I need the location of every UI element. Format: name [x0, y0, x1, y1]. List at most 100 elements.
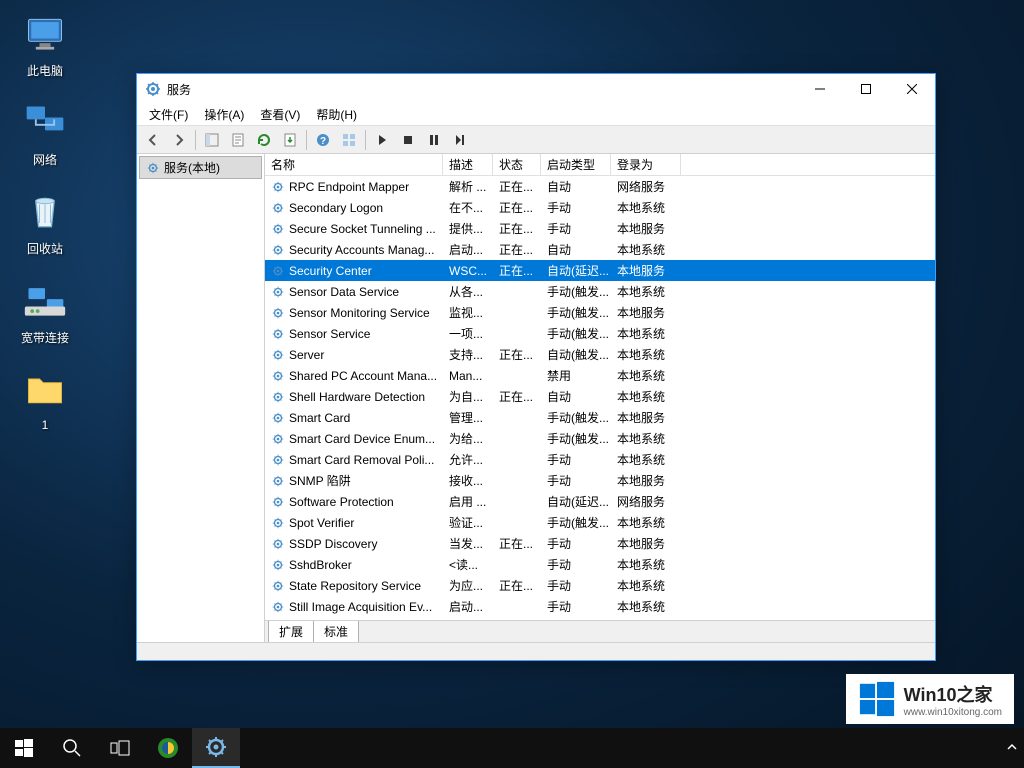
cell-startup: 手动: [541, 451, 611, 468]
start-button[interactable]: [0, 728, 48, 768]
service-row[interactable]: Sensor Data Service从各...手动(触发...本地系统: [265, 281, 935, 302]
list-header: 名称 描述 状态 启动类型 登录为: [265, 154, 935, 176]
export-button[interactable]: [278, 128, 302, 152]
taskbar-search[interactable]: [48, 728, 96, 768]
taskbar-taskview[interactable]: [96, 728, 144, 768]
column-status[interactable]: 状态: [493, 154, 541, 175]
menu-file[interactable]: 文件(F): [141, 104, 196, 125]
service-row[interactable]: SNMP 陷阱接收...手动本地服务: [265, 470, 935, 491]
desktop-icon-recycle-bin[interactable]: 回收站: [10, 188, 80, 257]
tree-root-label: 服务(本地): [164, 159, 220, 176]
desktop-icon-label: 宽带连接: [10, 329, 80, 346]
service-row[interactable]: Smart Card管理...手动(触发...本地服务: [265, 407, 935, 428]
cell-status: 正在...: [493, 199, 541, 216]
toolbar-separator: [195, 130, 196, 150]
folder-icon: [21, 366, 69, 414]
view-icon-button[interactable]: [337, 128, 361, 152]
service-row[interactable]: Sensor Monitoring Service监视...手动(触发...本地…: [265, 302, 935, 323]
restart-service-button[interactable]: [448, 128, 472, 152]
service-row[interactable]: Secure Socket Tunneling ...提供...正在...手动本…: [265, 218, 935, 239]
service-row[interactable]: Sensor Service一项...手动(触发...本地系统: [265, 323, 935, 344]
service-row[interactable]: Software Protection启用 ...自动(延迟...网络服务: [265, 491, 935, 512]
titlebar[interactable]: 服务: [137, 74, 935, 104]
service-row[interactable]: Still Image Acquisition Ev...启动...手动本地系统: [265, 596, 935, 617]
desktop-icon-label: 此电脑: [10, 62, 80, 79]
tray-chevron-icon[interactable]: [1006, 741, 1018, 756]
desktop-icon-folder-1[interactable]: 1: [10, 366, 80, 432]
taskbar-services[interactable]: [192, 728, 240, 768]
service-row[interactable]: Server支持...正在...自动(触发...本地系统: [265, 344, 935, 365]
cell-name: SSDP Discovery: [265, 537, 443, 551]
menu-view[interactable]: 查看(V): [252, 104, 308, 125]
cell-status: 正在...: [493, 346, 541, 363]
cell-name: Secondary Logon: [265, 201, 443, 215]
cell-description: WSC...: [443, 264, 493, 278]
column-name[interactable]: 名称: [265, 154, 443, 175]
help-button[interactable]: ?: [311, 128, 335, 152]
service-row[interactable]: Spot Verifier验证...手动(触发...本地系统: [265, 512, 935, 533]
back-button[interactable]: [141, 128, 165, 152]
refresh-button[interactable]: [252, 128, 276, 152]
list-pane: 名称 描述 状态 启动类型 登录为 RPC Endpoint Mapper解析 …: [265, 154, 935, 642]
body-area: 服务(本地) 名称 描述 状态 启动类型 登录为 RPC Endpoint Ma…: [137, 154, 935, 642]
properties-button[interactable]: [226, 128, 250, 152]
watermark-title: Win10之家: [904, 681, 1002, 707]
service-row[interactable]: RPC Endpoint Mapper解析 ...正在...自动网络服务: [265, 176, 935, 197]
window-buttons: [797, 74, 935, 104]
cell-logon: 本地系统: [611, 514, 681, 531]
cell-description: 允许...: [443, 451, 493, 468]
service-row[interactable]: Security CenterWSC...正在...自动(延迟...本地服务: [265, 260, 935, 281]
cell-logon: 网络服务: [611, 178, 681, 195]
service-row[interactable]: Smart Card Removal Poli...允许...手动本地系统: [265, 449, 935, 470]
show-hide-tree-button[interactable]: [200, 128, 224, 152]
service-row[interactable]: Shared PC Account Mana...Man...禁用本地系统: [265, 365, 935, 386]
cell-status: 正在...: [493, 262, 541, 279]
start-service-button[interactable]: [370, 128, 394, 152]
watermark-url: www.win10xitong.com: [904, 707, 1002, 718]
service-row[interactable]: Smart Card Device Enum...为给...手动(触发...本地…: [265, 428, 935, 449]
window-title: 服务: [167, 81, 797, 98]
desktop-icon-label: 回收站: [10, 240, 80, 257]
tree-root-node[interactable]: 服务(本地): [139, 156, 262, 179]
forward-button[interactable]: [167, 128, 191, 152]
cell-description: 解析 ...: [443, 178, 493, 195]
menu-action[interactable]: 操作(A): [196, 104, 252, 125]
cell-startup: 手动: [541, 535, 611, 552]
service-row[interactable]: State Repository Service为应...正在...手动本地系统: [265, 575, 935, 596]
cell-startup: 手动: [541, 472, 611, 489]
service-row[interactable]: Secondary Logon在不...正在...手动本地系统: [265, 197, 935, 218]
cell-logon: 本地系统: [611, 199, 681, 216]
this-pc-icon: [21, 10, 69, 58]
cell-logon: 本地系统: [611, 577, 681, 594]
cell-startup: 手动(触发...: [541, 325, 611, 342]
cell-description: 支持...: [443, 346, 493, 363]
maximize-button[interactable]: [843, 74, 889, 104]
column-logon[interactable]: 登录为: [611, 154, 681, 175]
desktop-icon-network[interactable]: 网络: [10, 99, 80, 168]
service-row[interactable]: SshdBroker<读...手动本地系统: [265, 554, 935, 575]
tab-standard[interactable]: 标准: [313, 621, 359, 642]
cell-description: 在不...: [443, 199, 493, 216]
desktop-icon-this-pc[interactable]: 此电脑: [10, 10, 80, 79]
menu-help[interactable]: 帮助(H): [308, 104, 365, 125]
service-list[interactable]: RPC Endpoint Mapper解析 ...正在...自动网络服务Seco…: [265, 176, 935, 620]
service-row[interactable]: SSDP Discovery当发...正在...手动本地服务: [265, 533, 935, 554]
column-description[interactable]: 描述: [443, 154, 493, 175]
cell-logon: 本地系统: [611, 367, 681, 384]
pause-service-button[interactable]: [422, 128, 446, 152]
stop-service-button[interactable]: [396, 128, 420, 152]
minimize-button[interactable]: [797, 74, 843, 104]
cell-status: 正在...: [493, 577, 541, 594]
desktop-icon-broadband[interactable]: 宽带连接: [10, 277, 80, 346]
cell-name: Smart Card: [265, 411, 443, 425]
cell-startup: 自动: [541, 178, 611, 195]
service-row[interactable]: Security Accounts Manag...启动...正在...自动本地…: [265, 239, 935, 260]
column-startup[interactable]: 启动类型: [541, 154, 611, 175]
taskbar-edge[interactable]: [144, 728, 192, 768]
watermark: Win10之家 www.win10xitong.com: [846, 674, 1014, 724]
service-row[interactable]: Shell Hardware Detection为自...正在...自动本地系统: [265, 386, 935, 407]
cell-name: Shell Hardware Detection: [265, 390, 443, 404]
tab-extended[interactable]: 扩展: [268, 621, 314, 642]
cell-name: Sensor Service: [265, 327, 443, 341]
close-button[interactable]: [889, 74, 935, 104]
